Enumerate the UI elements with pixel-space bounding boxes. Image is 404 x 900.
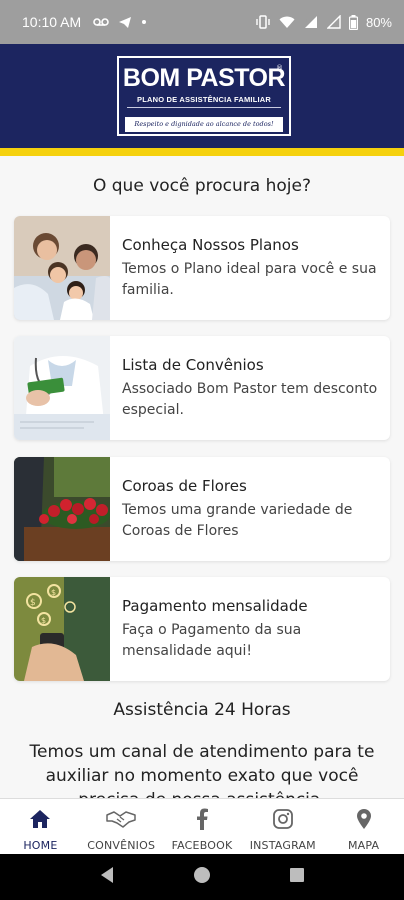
assist-heading: Assistência 24 Horas	[113, 700, 291, 720]
payment-photo: $ $ $	[14, 577, 110, 681]
nav-instagram[interactable]: INSTAGRAM	[242, 799, 323, 854]
bottom-nav: HOME CONVÊNIOS FACEBOOK INSTAGRAM MAPA	[0, 798, 404, 854]
logo-slogan: Respeito e dignidade ao alcance de todos…	[125, 117, 283, 132]
logo-divider	[127, 107, 281, 108]
nav-label: FACEBOOK	[171, 839, 233, 852]
card-convenios[interactable]: Lista de Convênios Associado Bom Pastor …	[14, 336, 390, 440]
nav-facebook[interactable]: FACEBOOK	[162, 799, 243, 854]
back-icon[interactable]	[99, 866, 115, 888]
page-heading: O que você procura hoje?	[92, 176, 311, 196]
lte-signal-icon: LTE	[303, 15, 319, 29]
card-description: Associado Bom Pastor tem desconto especi…	[122, 381, 378, 418]
system-nav-bar	[0, 854, 404, 900]
handshake-icon	[106, 807, 136, 831]
facebook-icon	[196, 807, 208, 831]
card-pagamento[interactable]: $ $ $ Pagamento mensalidade Faça o Pagam…	[14, 577, 390, 681]
battery-icon	[348, 14, 358, 30]
header-yellow-stripe	[0, 148, 404, 156]
nav-label: CONVÊNIOS	[87, 839, 156, 852]
status-time: 10:10 AM	[22, 14, 82, 30]
bom-pastor-logo: BOM PASTOR ® PLANO DE ASSISTÊNCIA FAMILI…	[117, 56, 291, 136]
svg-text:$: $	[30, 598, 36, 608]
card-title: Conheça Nossos Planos	[122, 236, 299, 254]
nav-label: HOME	[23, 839, 58, 852]
card-title: Coroas de Flores	[122, 477, 247, 495]
instagram-icon	[272, 807, 293, 831]
card-title: Pagamento mensalidade	[122, 597, 308, 615]
nav-label: INSTAGRAM	[249, 839, 316, 852]
vibrate-icon	[255, 15, 271, 29]
svg-text:$: $	[41, 616, 46, 625]
card-planos[interactable]: Conheça Nossos Planos Temos o Plano idea…	[14, 216, 390, 320]
logo-registered-mark: ®	[276, 64, 283, 72]
telegram-icon	[118, 16, 132, 29]
nav-mapa[interactable]: MAPA	[323, 799, 404, 854]
map-pin-icon	[356, 807, 372, 831]
doctor-photo	[14, 336, 110, 440]
battery-percent: 80%	[365, 14, 392, 30]
nav-convenios[interactable]: CONVÊNIOS	[81, 799, 162, 854]
nav-home[interactable]: HOME	[0, 799, 81, 854]
signal-icon	[326, 15, 341, 29]
card-title: Lista de Convênios	[122, 356, 264, 374]
logo-name: BOM PASTOR	[122, 64, 286, 92]
recents-icon[interactable]	[289, 867, 305, 887]
logo-subtitle: PLANO DE ASSISTÊNCIA FAMILIAR	[137, 95, 271, 104]
flower-wreath-photo	[14, 457, 110, 561]
svg-text:$: $	[51, 588, 56, 597]
family-photo	[14, 216, 110, 320]
wifi-icon	[279, 16, 295, 29]
card-coroas[interactable]: Coroas de Flores Temos uma grande varied…	[14, 457, 390, 561]
card-description: Temos o Plano ideal para você e sua fami…	[122, 261, 377, 298]
card-description: Temos uma grande variedade de Coroas de …	[122, 502, 353, 539]
nav-label: MAPA	[347, 839, 380, 852]
status-bar: 10:10 AM LTE 80%	[0, 0, 404, 44]
voicemail-icon	[93, 17, 109, 27]
svg-text:LTE: LTE	[303, 18, 311, 24]
home-circle-icon[interactable]	[193, 866, 211, 888]
card-description: Faça o Pagamento da sua mensalidade aqui…	[122, 622, 302, 659]
dot-icon	[141, 19, 147, 25]
home-icon	[29, 807, 51, 831]
